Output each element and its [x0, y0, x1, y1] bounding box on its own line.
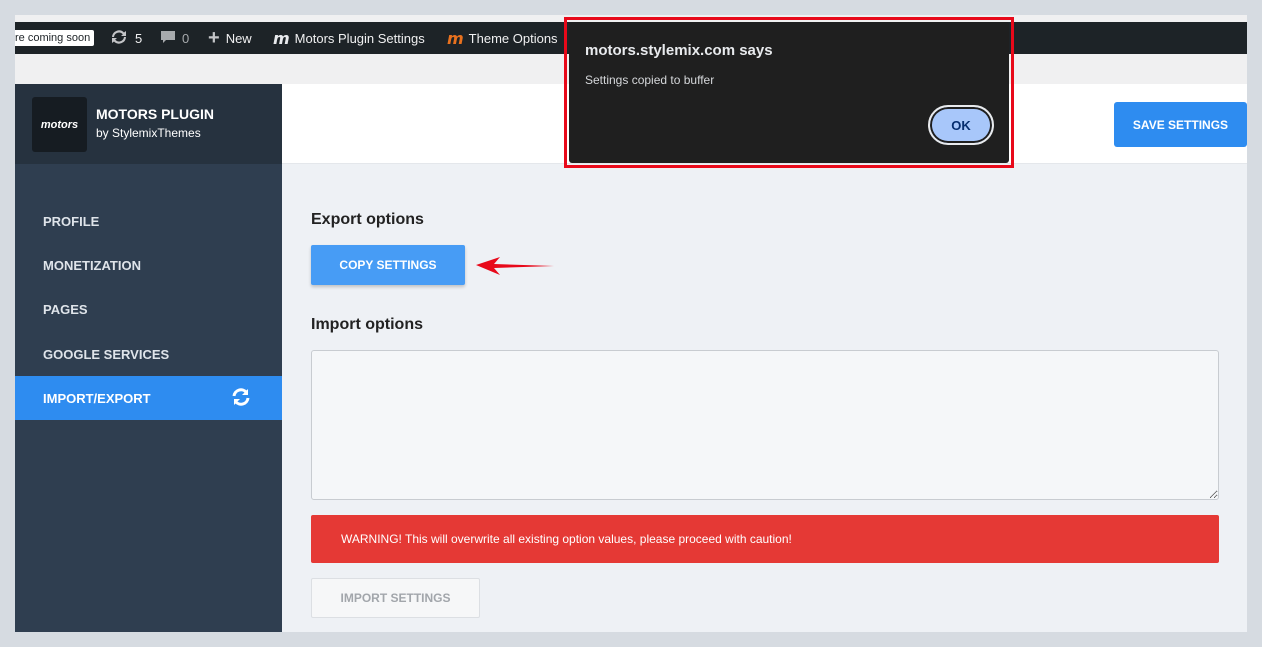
ok-button[interactable]: OK [928, 105, 994, 145]
sidebar-item-label: GOOGLE SERVICES [43, 346, 170, 362]
sidebar-item-label: IMPORT/EXPORT [43, 390, 151, 406]
export-options-title: Export options [311, 211, 424, 228]
plus-icon: + [208, 26, 220, 49]
import-settings-button[interactable]: IMPORT SETTINGS [311, 578, 480, 618]
motors-logo: motors [32, 97, 87, 152]
sidebar-item-label: PAGES [43, 301, 88, 317]
overwrite-warning: WARNING! This will overwrite all existin… [311, 515, 1219, 563]
theme-options-label: Theme Options [468, 30, 558, 46]
comment-icon [160, 29, 176, 48]
alert-dialog: motors.stylemix.com says Settings copied… [569, 22, 1009, 163]
theme-m-icon: m [447, 28, 464, 48]
save-settings-button[interactable]: SAVE SETTINGS [1114, 102, 1247, 147]
sidebar-item-google-services[interactable]: GOOGLE SERVICES [15, 332, 282, 376]
motors-logo-text: motors [40, 118, 79, 131]
new-label: New [225, 30, 252, 46]
brand-header: motors MOTORS PLUGIN by StylemixThemes [15, 84, 282, 164]
import-export-panel: Export options COPY SETTINGS Import opti… [282, 164, 1247, 632]
copy-settings-button[interactable]: COPY SETTINGS [311, 245, 465, 285]
comments-count: 0 [182, 30, 190, 46]
dialog-message: Settings copied to buffer [585, 73, 715, 87]
motors-m-icon: m [273, 28, 290, 48]
refresh-icon [230, 386, 252, 411]
import-options-title: Import options [311, 316, 423, 333]
updates-icon [109, 29, 129, 48]
sidebar-item-label: MONETIZATION [43, 257, 141, 273]
brand-subtitle: by StylemixThemes [96, 126, 201, 140]
new-content-item[interactable]: + New [208, 22, 252, 54]
sidebar-item-import-export[interactable]: IMPORT/EXPORT [15, 376, 282, 420]
updates-item[interactable]: 5 [109, 22, 142, 54]
motors-plugin-settings-label: Motors Plugin Settings [294, 30, 425, 46]
red-arrow-annotation [476, 257, 554, 275]
comments-item[interactable]: 0 [160, 22, 189, 54]
plugin-sidebar: motors MOTORS PLUGIN by StylemixThemes P… [15, 84, 282, 632]
motors-plugin-settings-item[interactable]: m Motors Plugin Settings [273, 22, 425, 54]
sidebar-item-monetization[interactable]: MONETIZATION [15, 243, 282, 287]
sidebar-item-pages[interactable]: PAGES [15, 287, 282, 331]
sidebar-item-label: PROFILE [43, 213, 100, 229]
theme-options-item[interactable]: m Theme Options [447, 22, 558, 54]
brand-title: MOTORS PLUGIN [96, 106, 214, 122]
sidebar-item-profile[interactable]: PROFILE [15, 199, 282, 243]
updates-count: 5 [135, 30, 143, 46]
coming-soon-badge[interactable]: re coming soon [15, 22, 95, 54]
coming-soon-label: re coming soon [15, 30, 95, 46]
dialog-title: motors.stylemix.com says [585, 42, 773, 59]
import-textarea[interactable] [311, 350, 1219, 500]
